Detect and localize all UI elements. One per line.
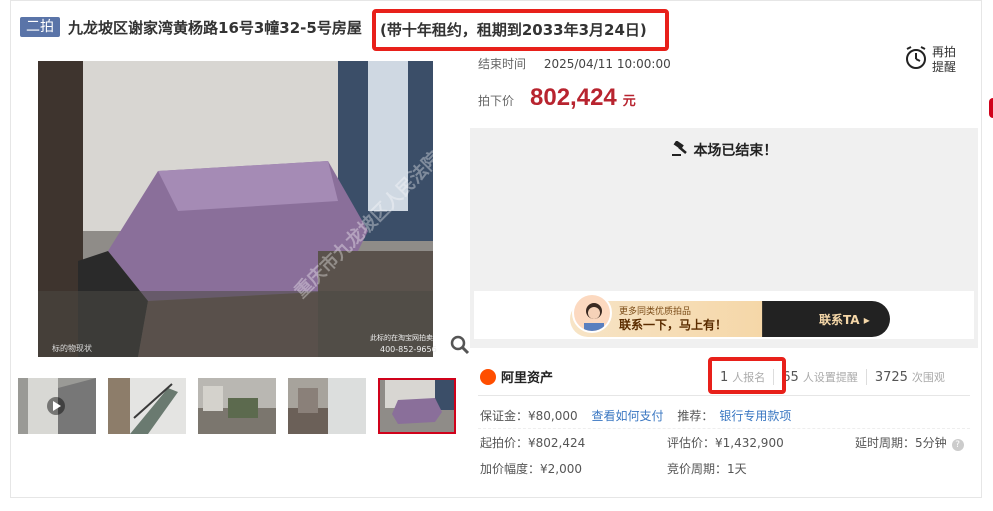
price-unit: 元 xyxy=(622,94,636,109)
help-icon[interactable]: ? xyxy=(951,439,964,451)
round-badge: 二拍 xyxy=(20,17,60,37)
page-title: 九龙坡区谢家湾黄杨路16号3幢32-5号房屋 xyxy=(68,18,362,37)
eval-price: 评估价：¥1,432,900 xyxy=(667,436,784,450)
how-to-pay-link[interactable]: 查看如何支付 xyxy=(591,409,663,423)
bid-period: 竞价周期：1天 xyxy=(667,462,747,476)
photo-caption-left: 标的物现状 xyxy=(52,344,92,353)
contact-banner[interactable]: 更多同类优质拍品 联系一下，马上有！ 联系TA ▸ xyxy=(474,291,974,339)
signup-highlight xyxy=(708,357,786,394)
ended-text: 本场已结束！ xyxy=(693,143,778,159)
end-time-label: 结束时间 xyxy=(478,57,527,71)
title-lease-highlight: (带十年租约，租期到2033年3月24日) xyxy=(372,9,669,51)
title-lease-text: (带十年租约，租期到2033年3月24日) xyxy=(380,21,647,39)
deposit-row: 保证金：¥80,000 查看如何支付 推荐： 银行专用款项 xyxy=(480,407,791,424)
thumbnail-bedroom-active[interactable] xyxy=(378,378,456,434)
gavel-icon xyxy=(671,140,694,159)
photo-caption-right-1: 此标的在淘宝网拍卖 xyxy=(370,334,433,342)
ali-asset-logo-icon xyxy=(480,368,496,385)
ended-panel: 本场已结束！ 更多同类优质拍品 联系一下，马上有！ 联系TA ▸ xyxy=(470,128,978,348)
stat-reminders-label: 人设置提醒 xyxy=(802,371,858,384)
platform-name: 阿里资产 xyxy=(501,371,554,386)
divider xyxy=(478,395,970,396)
recommend-label: 推荐： xyxy=(677,409,714,423)
title-row: 二拍 九龙坡区谢家湾黄杨路16号3幢32-5号房屋 xyxy=(20,14,362,40)
contact-ta-button[interactable]: 联系TA ▸ xyxy=(819,311,870,328)
bank-funds-link[interactable]: 银行专用款项 xyxy=(719,409,791,423)
stat-views: 3725 次围观 xyxy=(865,369,953,385)
ended-status: 本场已结束！ xyxy=(470,140,978,160)
delay-text: 延时周期：5分钟 xyxy=(855,436,947,450)
deposit-value: ¥80,000 xyxy=(528,409,578,423)
deposit-label: 保证金： xyxy=(480,409,529,423)
remind-label: 再拍 提醒 xyxy=(932,45,956,75)
detail-divider xyxy=(478,428,970,429)
thumbnail-strip xyxy=(18,378,456,434)
end-time-row: 结束时间 2025/04/11 10:00:00 xyxy=(478,55,671,72)
end-time-value: 2025/04/11 10:00:00 xyxy=(543,57,671,71)
remind-button[interactable]: 再拍 提醒 xyxy=(904,45,964,75)
thumbnail-room[interactable] xyxy=(198,378,276,434)
thumbnail-stairs[interactable] xyxy=(108,378,186,434)
photo-caption-right-2: 400-852-9656 xyxy=(380,345,437,354)
remind-line2: 提醒 xyxy=(932,60,957,74)
stat-views-label: 次围观 xyxy=(911,371,945,384)
start-price: 起拍价：¥802,424 xyxy=(480,436,586,450)
right-sidebar-edge xyxy=(982,0,993,511)
price-value: 802,424 xyxy=(530,84,617,111)
thumbnail-video[interactable] xyxy=(18,378,96,434)
stat-reminders: 65 人设置提醒 xyxy=(773,369,866,385)
banner-line2: 联系一下，马上有！ xyxy=(619,318,728,332)
increment: 加价幅度：¥2,000 xyxy=(480,462,582,476)
price-label: 拍下价 xyxy=(478,94,515,108)
zoom-icon[interactable] xyxy=(449,334,471,356)
alarm-clock-icon xyxy=(904,45,928,75)
delay-period: 延时周期：5分钟? xyxy=(855,434,964,451)
thumbnail-window[interactable] xyxy=(288,378,366,434)
avatar xyxy=(572,293,612,333)
platform-brand[interactable]: 阿里资产 xyxy=(480,367,553,386)
main-photo[interactable]: 重庆市九龙坡区人民法院 标的物现状 此标的在淘宝网拍卖 400-852-9656 xyxy=(18,61,458,357)
sidebar-red-tab[interactable] xyxy=(989,98,993,118)
price-row: 拍下价 802,424 元 xyxy=(478,84,636,112)
remind-line1: 再拍 xyxy=(932,45,957,59)
stat-views-num: 3725 xyxy=(874,370,908,385)
